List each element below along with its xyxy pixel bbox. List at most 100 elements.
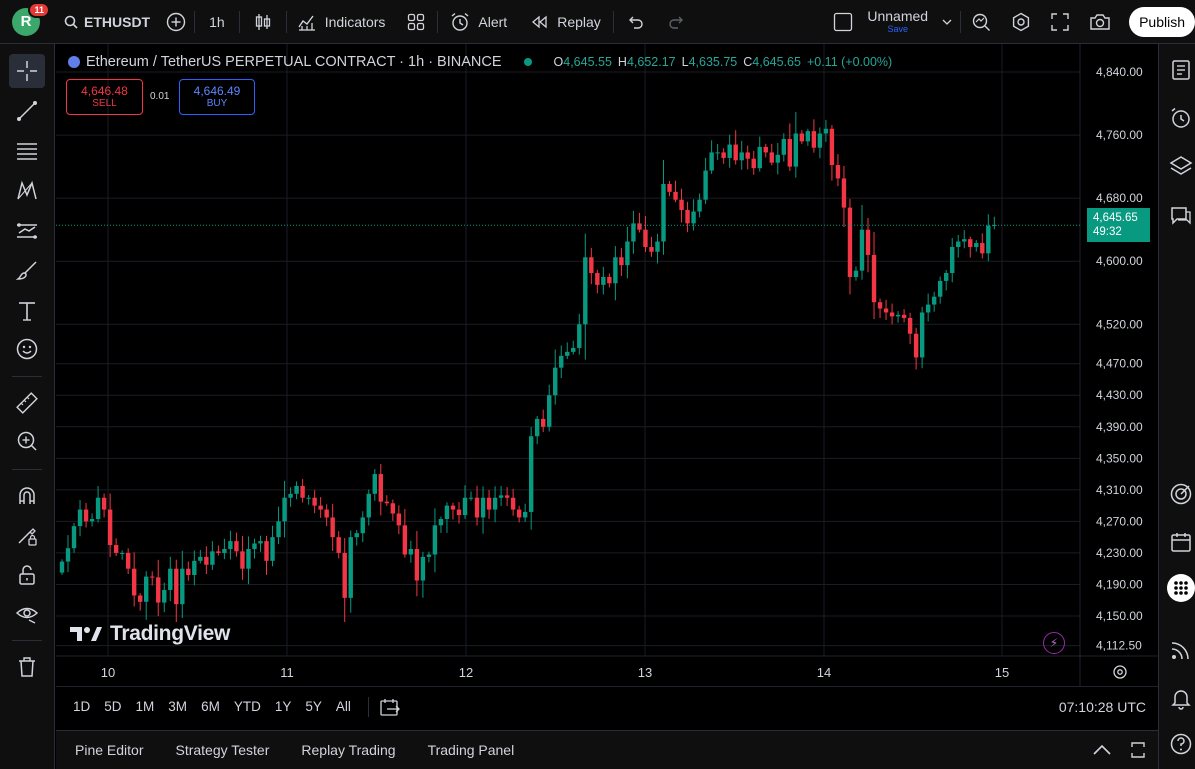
candle-down	[871, 254, 877, 303]
price-chart[interactable]: 4,840.00 4,760.00 4,680.00 4,600.00 4,520.00…	[56, 44, 1158, 686]
checkbox-square-icon	[833, 12, 853, 32]
chart-type-button[interactable]	[240, 0, 286, 44]
candle-down	[769, 152, 774, 163]
range-button-6m[interactable]: 6M	[194, 699, 227, 714]
range-button-5d[interactable]: 5D	[97, 699, 128, 714]
snapshot-button[interactable]	[1079, 0, 1121, 44]
stay-in-drawing-mode-tool[interactable]	[9, 518, 45, 552]
fib-retracement-tool[interactable]	[9, 134, 45, 168]
grid-layout-icon	[407, 13, 425, 31]
candle-down	[889, 312, 895, 317]
bottom-panel-tabs: Pine Editor Strategy Tester Replay Trading…	[56, 730, 1158, 769]
xabcd-pattern-icon	[15, 179, 39, 203]
tab-replay-trading[interactable]: Replay Trading	[285, 742, 411, 758]
price-axis[interactable]: 4,840.00 4,760.00 4,680.00 4,600.00 4,520.00…	[1096, 65, 1143, 653]
range-button-1m[interactable]: 1M	[129, 699, 162, 714]
magnet-mode-tool[interactable]	[9, 479, 45, 513]
remove-drawings-tool[interactable]	[9, 650, 45, 684]
chats-button[interactable]	[1167, 202, 1195, 230]
range-button-ytd[interactable]: YTD	[227, 699, 268, 714]
tab-pine-editor[interactable]: Pine Editor	[59, 742, 159, 758]
tab-trading-panel[interactable]: Trading Panel	[412, 742, 531, 758]
redo-button[interactable]	[656, 0, 698, 44]
calendar-button[interactable]	[1167, 528, 1195, 556]
tradingview-watermark[interactable]: TradingView	[70, 622, 230, 646]
compare-symbol-button[interactable]	[158, 0, 194, 44]
indicators-icon	[297, 13, 317, 31]
symbol-search[interactable]: ETHUSDT	[52, 0, 158, 44]
layout-name-button[interactable]: Unnamed Save	[825, 0, 960, 44]
notifications-button[interactable]	[1167, 684, 1195, 712]
zoom-in-tool[interactable]	[9, 424, 45, 458]
settings-button[interactable]	[1001, 0, 1041, 44]
candle-up	[468, 497, 474, 499]
sell-button[interactable]: 4,646.48 SELL	[66, 79, 143, 115]
indicators-button[interactable]: Indicators	[287, 0, 396, 44]
candle-up	[288, 493, 293, 498]
candle-down	[787, 139, 793, 167]
trend-line-tool[interactable]	[9, 94, 45, 128]
price-tick-label: 4,310.00	[1096, 483, 1143, 497]
buy-button[interactable]: 4,646.49 BUY	[179, 79, 255, 115]
candle-down	[643, 229, 648, 248]
range-button-1d[interactable]: 1D	[66, 699, 97, 714]
range-button-1y[interactable]: 1Y	[268, 699, 299, 714]
alert-button[interactable]: Alert	[438, 0, 519, 44]
brush-icon	[15, 259, 39, 283]
text-tool[interactable]	[9, 294, 45, 328]
range-button-5y[interactable]: 5Y	[298, 699, 329, 714]
candle-up	[709, 152, 714, 171]
candle-up	[119, 552, 125, 554]
object-tree-button[interactable]	[1167, 152, 1195, 180]
chevron-up-icon[interactable]	[1092, 744, 1112, 756]
products-button[interactable]	[1167, 574, 1195, 602]
utc-clock[interactable]: 07:10:28 UTC	[1059, 699, 1146, 715]
lock-drawings-tool[interactable]	[9, 558, 45, 592]
candle-up	[853, 270, 859, 277]
time-tick-label: 13	[638, 665, 652, 680]
icon-tool[interactable]	[9, 332, 45, 366]
watchlist-button[interactable]	[1167, 56, 1195, 84]
help-button[interactable]	[1167, 730, 1195, 758]
layouts-button[interactable]	[395, 0, 437, 44]
chart-pane[interactable]: 4,840.00 4,760.00 4,680.00 4,600.00 4,520.00…	[56, 44, 1158, 686]
undo-button[interactable]	[614, 0, 656, 44]
candle-down	[186, 568, 191, 576]
range-button-3m[interactable]: 3M	[161, 699, 194, 714]
fullscreen-button[interactable]	[1041, 0, 1079, 44]
brush-tool[interactable]	[9, 254, 45, 288]
candle-down	[240, 551, 245, 569]
candle-up	[444, 505, 450, 520]
time-axis[interactable]: 10 11 12 13 14 15	[101, 665, 1009, 680]
candle-up	[817, 133, 823, 148]
candle-down	[763, 146, 768, 153]
lightning-icon[interactable]: ⚡	[1043, 632, 1065, 654]
sell-label: SELL	[92, 98, 117, 110]
interval-button[interactable]: 1h	[195, 0, 239, 44]
pattern-tool[interactable]	[9, 174, 45, 208]
quick-search-button[interactable]	[961, 0, 1001, 44]
price-tick-label: 4,190.00	[1096, 577, 1143, 591]
replay-button[interactable]: Replay	[519, 0, 613, 44]
go-to-date-icon[interactable]	[379, 697, 401, 717]
hide-drawings-tool[interactable]	[9, 596, 45, 630]
candle-up	[480, 497, 486, 518]
candle-up	[276, 521, 281, 538]
price-tick-label: 4,350.00	[1096, 451, 1143, 465]
publish-button[interactable]: Publish	[1129, 6, 1195, 37]
candle-up	[492, 497, 498, 510]
scale-settings-icon[interactable]	[1112, 664, 1128, 680]
maximize-panel-icon[interactable]	[1128, 741, 1148, 759]
live-stream-button[interactable]	[1167, 636, 1195, 664]
measure-tool[interactable]	[9, 386, 45, 420]
range-button-all[interactable]: All	[329, 699, 358, 714]
forecasting-tool[interactable]	[9, 214, 45, 248]
candle-down	[721, 152, 726, 158]
ideas-stream-button[interactable]	[1167, 480, 1195, 508]
alerts-button[interactable]	[1167, 104, 1195, 132]
user-avatar[interactable]: R 11	[12, 1, 50, 36]
candle-down	[516, 509, 522, 518]
date-range-bar: 1D 5D 1M 3M 6M YTD 1Y 5Y All 07:10:28 UTC	[56, 686, 1158, 726]
crosshair-tool[interactable]	[9, 54, 45, 88]
tab-strategy-tester[interactable]: Strategy Tester	[159, 742, 285, 758]
